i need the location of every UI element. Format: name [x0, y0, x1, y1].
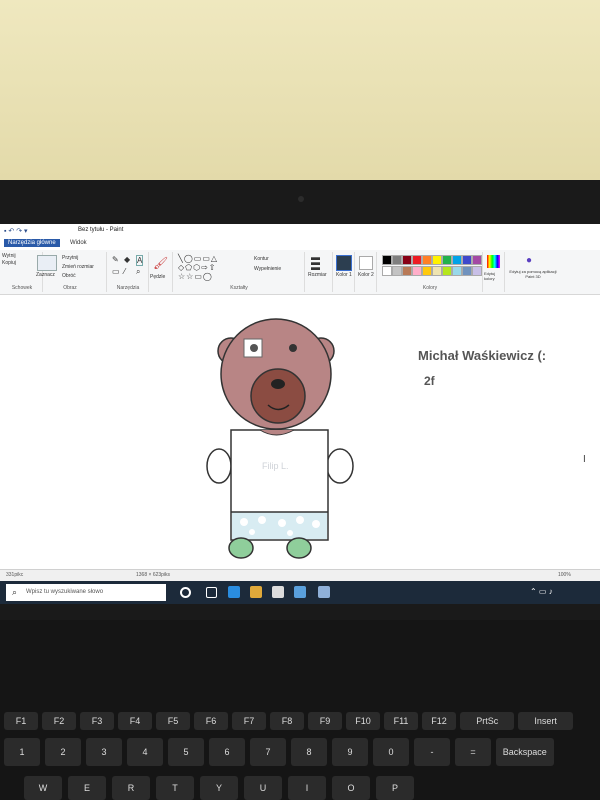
- function-key[interactable]: F9: [308, 712, 342, 730]
- number-key[interactable]: 6: [209, 738, 245, 766]
- number-key[interactable]: 5: [168, 738, 204, 766]
- number-key[interactable]: 3: [86, 738, 122, 766]
- function-key[interactable]: F2: [42, 712, 76, 730]
- number-key[interactable]: 4: [127, 738, 163, 766]
- signature-name: Michał Waśkiewicz (:: [418, 348, 547, 363]
- text-cursor-icon: I: [583, 454, 586, 465]
- function-key[interactable]: F6: [194, 712, 228, 730]
- letter-key[interactable]: E: [68, 776, 106, 800]
- bear-nose: [271, 379, 285, 389]
- letter-key[interactable]: P: [376, 776, 414, 800]
- letter-key[interactable]: R: [112, 776, 150, 800]
- function-key[interactable]: F12: [422, 712, 456, 730]
- bear-left-arm: [206, 448, 232, 484]
- letter-key[interactable]: Y: [200, 776, 238, 800]
- number-key[interactable]: 2: [45, 738, 81, 766]
- number-key[interactable]: =: [455, 738, 491, 766]
- function-key[interactable]: F10: [346, 712, 380, 730]
- letter-key[interactable]: U: [244, 776, 282, 800]
- function-key[interactable]: F8: [270, 712, 304, 730]
- letter-key[interactable]: O: [332, 776, 370, 800]
- signature-class: 2f: [424, 374, 435, 388]
- bear-right-foot: [286, 537, 312, 559]
- number-key[interactable]: 1: [4, 738, 40, 766]
- letter-key[interactable]: I: [288, 776, 326, 800]
- bear-left-eye: [250, 344, 258, 352]
- bear-right-arm: [326, 448, 354, 484]
- bear-snout: [250, 368, 306, 424]
- function-key[interactable]: F5: [156, 712, 190, 730]
- letter-key[interactable]: T: [156, 776, 194, 800]
- number-key[interactable]: 8: [291, 738, 327, 766]
- bear-right-eye: [289, 344, 297, 352]
- number-key[interactable]: Backspace: [496, 738, 554, 766]
- function-key[interactable]: F7: [232, 712, 266, 730]
- function-key[interactable]: F3: [80, 712, 114, 730]
- shirt-text: Filip L.: [262, 461, 289, 471]
- number-key[interactable]: 0: [373, 738, 409, 766]
- laptop-keyboard: F1 F2 F3 F4 F5 F6 F7 F8 F9 F10 F11 F12 PrtSc Insert 1…: [0, 620, 600, 800]
- function-key[interactable]: Insert: [518, 712, 573, 730]
- function-key[interactable]: F1: [4, 712, 38, 730]
- number-key[interactable]: -: [414, 738, 450, 766]
- function-key[interactable]: F11: [384, 712, 418, 730]
- number-key[interactable]: 7: [250, 738, 286, 766]
- letter-key[interactable]: W: [24, 776, 62, 800]
- function-key[interactable]: PrtSc: [460, 712, 515, 730]
- function-key[interactable]: F4: [118, 712, 152, 730]
- bear-left-foot: [228, 537, 254, 559]
- number-key[interactable]: 9: [332, 738, 368, 766]
